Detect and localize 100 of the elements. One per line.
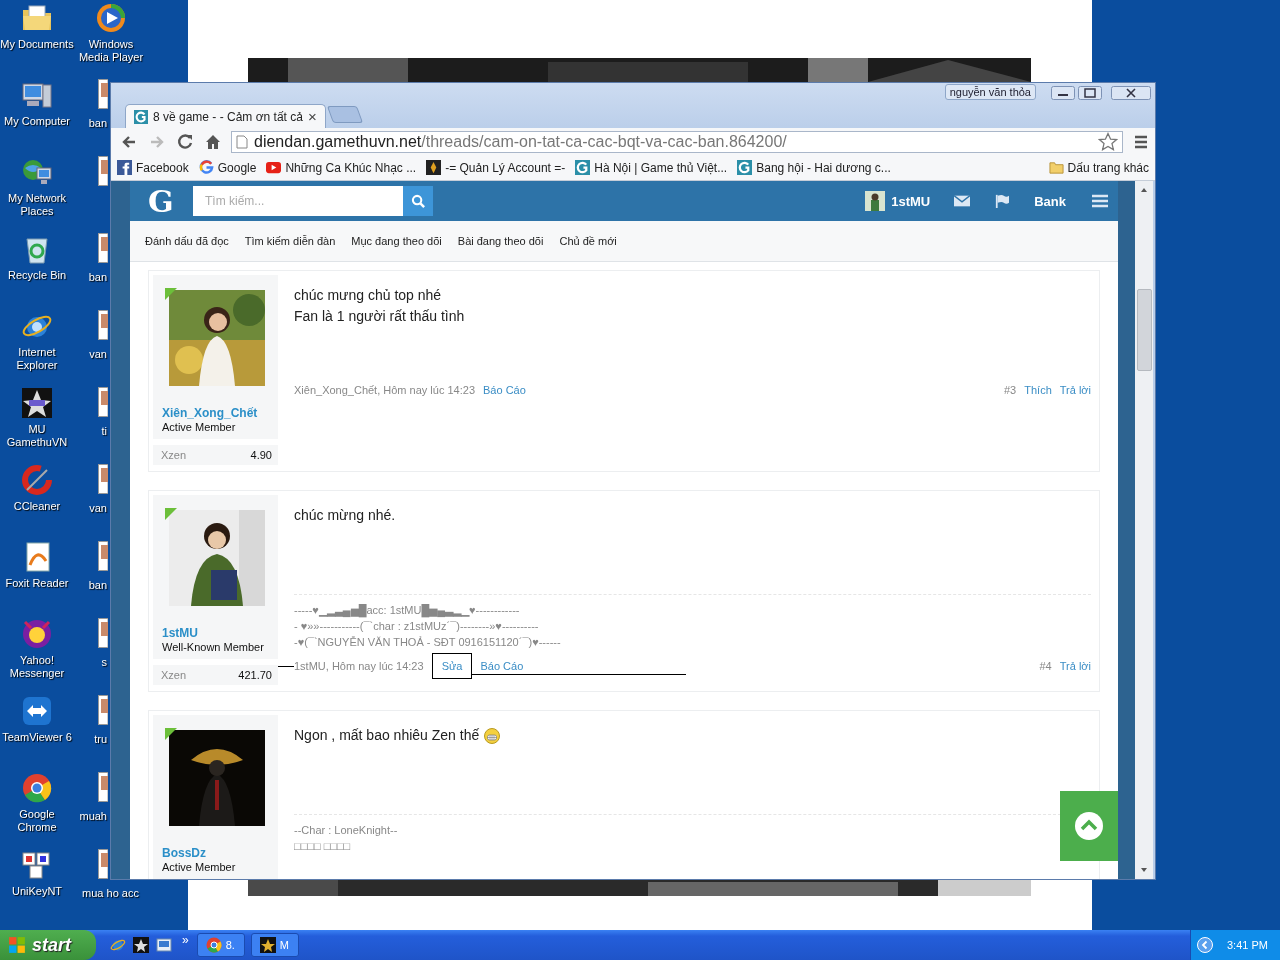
desktop-icon-label[interactable]: muah bbox=[79, 810, 107, 823]
desktop-icon-label[interactable]: Internet Explorer bbox=[0, 346, 74, 372]
user-title: Well-Known Member bbox=[162, 641, 265, 653]
search-button[interactable] bbox=[403, 186, 433, 216]
file-icon[interactable] bbox=[98, 156, 108, 186]
file-icon[interactable] bbox=[98, 79, 108, 109]
desktop-icon-label[interactable]: ban bbox=[88, 271, 107, 284]
post-link[interactable]: Báo Cáo bbox=[483, 384, 526, 396]
more-button[interactable]: » bbox=[182, 933, 189, 947]
scrollbar-thumb[interactable] bbox=[1136, 289, 1152, 371]
taskbar-button[interactable]: M bbox=[250, 933, 299, 957]
play-icon bbox=[266, 160, 282, 175]
site-icon bbox=[198, 160, 214, 175]
desktop-icon-label[interactable]: tru bbox=[94, 733, 107, 746]
stat-label: Xzen bbox=[161, 669, 187, 681]
messenger-icon[interactable] bbox=[21, 618, 53, 650]
nav-link[interactable]: Tìm kiếm diễn đàn bbox=[244, 235, 336, 247]
bookmark[interactable]: Google bbox=[198, 160, 257, 175]
desktop-icon-label[interactable]: Yahoo! Messenger bbox=[0, 654, 74, 680]
desktop-icon-label[interactable]: s bbox=[101, 656, 107, 669]
signature-text: -♥(¯`NGUYỄN VĂN THOẢ - SĐT 0916151120´¯)♥------ bbox=[294, 635, 562, 650]
game-logo-icon[interactable] bbox=[21, 387, 53, 419]
file-icon[interactable] bbox=[98, 618, 108, 648]
post-link[interactable]: Sửa bbox=[441, 660, 463, 672]
desktop-icon-label[interactable]: MU GamethuVN bbox=[0, 423, 74, 449]
desktop-icon-label[interactable]: van bbox=[89, 348, 107, 361]
bookmark[interactable]: Hà Nội | Game thủ Việt... bbox=[575, 160, 728, 175]
post-action-link[interactable]: Trả lời bbox=[1059, 384, 1091, 396]
nav-link[interactable]: Chủ đề mới bbox=[559, 235, 617, 247]
address-bar[interactable]: diendan.gamethuvn.net/threads/cam-on-tat-ca-cac-bqt-va-cac-ban.864200/ bbox=[231, 130, 1123, 153]
reload-icon[interactable] bbox=[175, 131, 195, 152]
file-icon[interactable] bbox=[98, 695, 108, 725]
desktop-icon[interactable] bbox=[156, 937, 172, 953]
desktop-icon-label[interactable]: My Computer bbox=[4, 115, 70, 128]
desktop-icon-label[interactable]: van bbox=[89, 502, 107, 515]
browser-tab[interactable]: 8 về game - - Cảm ơn tất cả × bbox=[125, 104, 326, 128]
signature-text: □□□□ □□□□ bbox=[294, 839, 352, 854]
close-icon[interactable] bbox=[1111, 86, 1151, 100]
user-title: Active Member bbox=[162, 421, 237, 433]
site-icon bbox=[575, 160, 591, 175]
folder-icon bbox=[1048, 160, 1064, 175]
desktop-icon-label[interactable]: Google Chrome bbox=[0, 808, 74, 834]
minimize-icon[interactable] bbox=[1051, 86, 1075, 100]
file-icon[interactable] bbox=[98, 849, 108, 879]
nav-link[interactable]: Đánh dấu đã đọc bbox=[145, 235, 229, 247]
message-text: Fan là 1 người rất thấu tình bbox=[294, 307, 465, 326]
keyboard-icon[interactable] bbox=[21, 849, 53, 881]
scrollbar[interactable] bbox=[1135, 181, 1153, 879]
post-action-link[interactable]: Thích bbox=[1024, 384, 1052, 396]
profile-button[interactable]: nguyễn văn thỏa bbox=[944, 84, 1036, 100]
desktop-icon-label[interactable]: UniKeyNT bbox=[11, 885, 63, 898]
menu-icon[interactable] bbox=[1092, 194, 1108, 208]
user-menu-link[interactable]: 1stMU bbox=[891, 193, 931, 209]
file-icon[interactable] bbox=[98, 233, 108, 263]
desktop-icon-label[interactable]: Recycle Bin bbox=[7, 269, 67, 282]
chevron-left-icon[interactable] bbox=[1197, 937, 1213, 953]
desktop-icon-label[interactable]: mua ho acc bbox=[82, 887, 139, 900]
bookmark[interactable]: Những Ca Khúc Nhạc ... bbox=[266, 160, 417, 175]
desktop-icon-label[interactable]: TeamViewer 6 bbox=[2, 731, 72, 744]
post-link[interactable]: Báo Cáo bbox=[480, 660, 524, 672]
site-logo[interactable]: G bbox=[148, 183, 193, 219]
nav-link[interactable]: Bài đang theo dõi bbox=[457, 235, 544, 247]
bookmark[interactable]: Facebook bbox=[117, 160, 189, 175]
site-icon bbox=[134, 109, 148, 124]
game-logo-icon[interactable] bbox=[133, 937, 149, 953]
ring-icon[interactable] bbox=[21, 464, 53, 496]
clock[interactable]: 3:41 PM bbox=[1227, 939, 1268, 951]
bookmark-folder[interactable]: Dấu trang khác bbox=[1048, 160, 1149, 175]
user-title: Active Member bbox=[162, 861, 237, 873]
bookmark[interactable]: Bang hội - Hai dương c... bbox=[737, 160, 891, 175]
desktop-icon-label[interactable]: My Documents bbox=[0, 38, 74, 51]
bank-link[interactable]: Bank bbox=[1034, 193, 1066, 209]
browser-icon[interactable] bbox=[21, 772, 53, 804]
maximize-icon[interactable] bbox=[1078, 86, 1102, 100]
file-icon[interactable] bbox=[98, 541, 108, 571]
post-number[interactable]: #4 bbox=[1039, 660, 1052, 672]
desktop-icon-label[interactable]: Windows Media Player bbox=[74, 38, 148, 64]
flag-icon[interactable] bbox=[994, 194, 1011, 208]
post-action-link[interactable]: Trả lời bbox=[1059, 660, 1091, 672]
nav-link[interactable]: Mục đang theo dõi bbox=[351, 235, 442, 247]
post-number[interactable]: #3 bbox=[1004, 384, 1017, 396]
file-icon[interactable] bbox=[98, 310, 108, 340]
file-icon[interactable] bbox=[98, 772, 108, 802]
desktop-icon-label[interactable]: ti bbox=[101, 425, 107, 438]
close-tab-button[interactable]: × bbox=[307, 108, 317, 125]
file-icon[interactable] bbox=[98, 387, 108, 417]
globe-ring-icon[interactable] bbox=[110, 937, 126, 953]
taskbar-button[interactable]: 8. bbox=[196, 933, 245, 957]
bookmark[interactable]: -= Quản Lý Account =- bbox=[426, 160, 566, 175]
scroll-to-top-button[interactable] bbox=[1060, 791, 1118, 861]
media-player-icon[interactable] bbox=[95, 2, 127, 34]
desktop-icon-label[interactable]: CCleaner bbox=[13, 500, 61, 513]
file-icon[interactable] bbox=[98, 464, 108, 494]
arrows-icon[interactable] bbox=[21, 695, 53, 727]
desktop-icon-label[interactable]: My Network Places bbox=[0, 192, 74, 218]
desktop-icon-label[interactable]: ban bbox=[88, 117, 107, 130]
star-icon[interactable] bbox=[1098, 131, 1118, 152]
envelope-icon[interactable] bbox=[954, 194, 971, 208]
desktop-icon-label[interactable]: Foxit Reader bbox=[5, 577, 69, 590]
desktop-icon-label[interactable]: ban bbox=[88, 579, 107, 592]
